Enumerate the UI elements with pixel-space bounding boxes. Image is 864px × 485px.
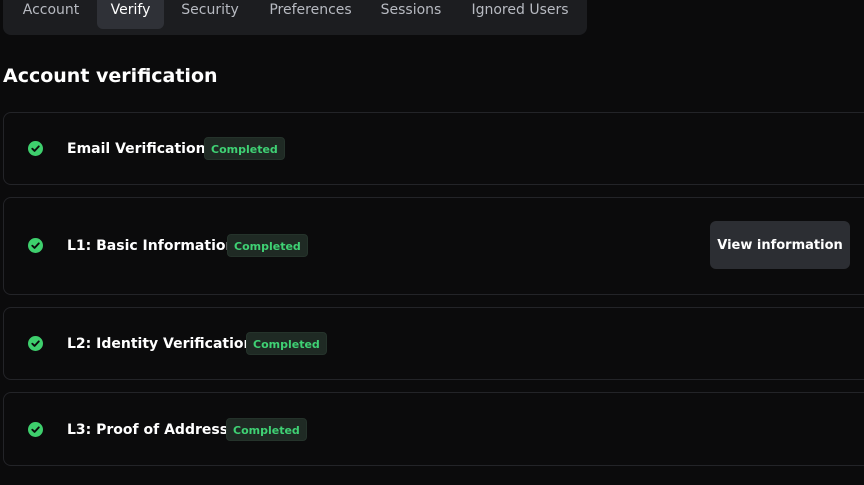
verification-step-l3: L3: Proof of Address Completed (3, 392, 864, 466)
tab-sessions[interactable]: Sessions (369, 0, 453, 29)
check-circle-icon (28, 141, 43, 156)
verification-step-email: Email Verification Completed (3, 112, 864, 185)
step-title: L1: Basic Information (67, 238, 236, 254)
check-circle-icon (28, 336, 43, 351)
tab-ignored-users[interactable]: Ignored Users (460, 0, 580, 29)
step-title: L2: Identity Verification (67, 336, 254, 352)
check-circle-icon (28, 422, 43, 437)
tab-account[interactable]: Account (7, 0, 95, 29)
view-information-button[interactable]: View information (710, 221, 850, 269)
tab-preferences[interactable]: Preferences (257, 0, 364, 29)
status-badge: Completed (204, 137, 285, 160)
step-title: L3: Proof of Address (67, 422, 229, 438)
step-title: Email Verification (67, 141, 206, 157)
verification-step-l1: L1: Basic Information Completed View inf… (3, 197, 864, 295)
tab-security[interactable]: Security (168, 0, 252, 29)
settings-tab-bar: Account Verify Security Preferences Sess… (3, 0, 587, 35)
check-circle-icon (28, 238, 43, 253)
verification-step-l2: L2: Identity Verification Completed (3, 307, 864, 380)
status-badge: Completed (227, 234, 308, 257)
status-badge: Completed (246, 332, 327, 355)
page-title: Account verification (3, 65, 218, 87)
status-badge: Completed (226, 418, 307, 441)
tab-verify[interactable]: Verify (97, 0, 164, 29)
